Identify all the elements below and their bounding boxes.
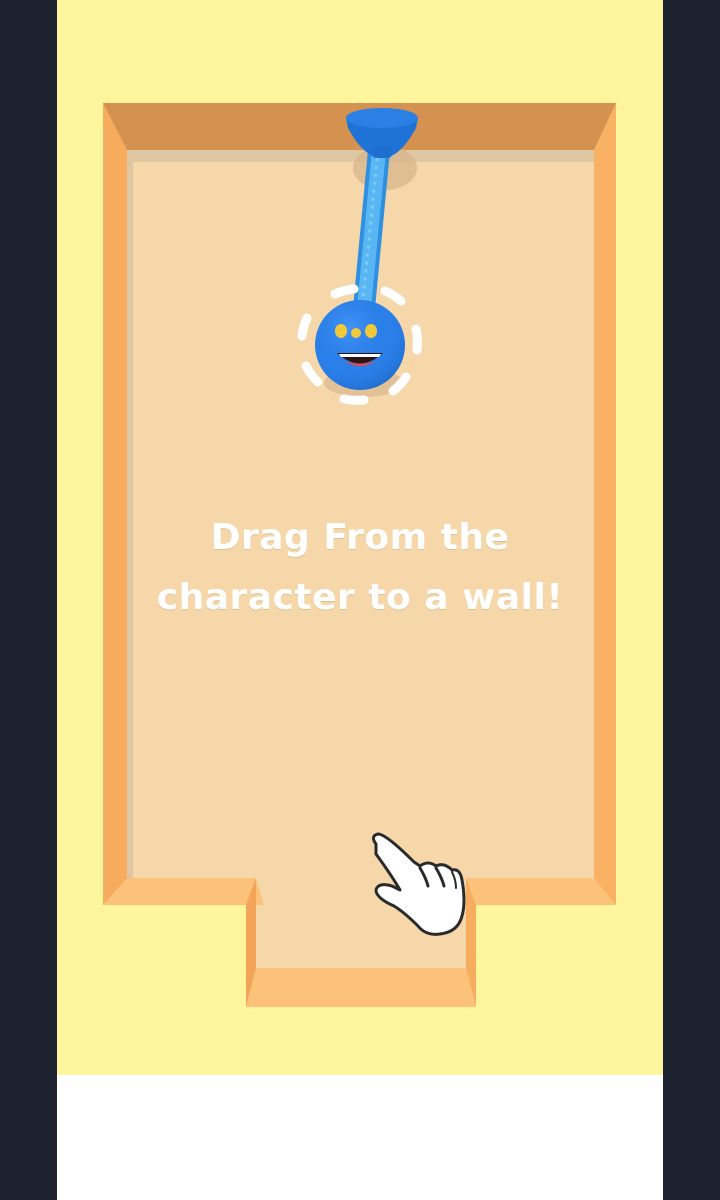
left-wall [103, 103, 127, 905]
blue-ball-character-icon[interactable] [315, 300, 405, 390]
instruction-text: Drag From the character to a wall! [57, 508, 663, 628]
bottom-left-ledge [103, 878, 264, 905]
notch-bottom-ledge [246, 968, 476, 1007]
instruction-line-1: Drag From the [210, 517, 510, 558]
bottom-panel [57, 1075, 663, 1200]
bottom-right-ledge [466, 878, 616, 905]
instruction-line-2: character to a wall! [156, 577, 564, 618]
right-wall [594, 103, 616, 905]
